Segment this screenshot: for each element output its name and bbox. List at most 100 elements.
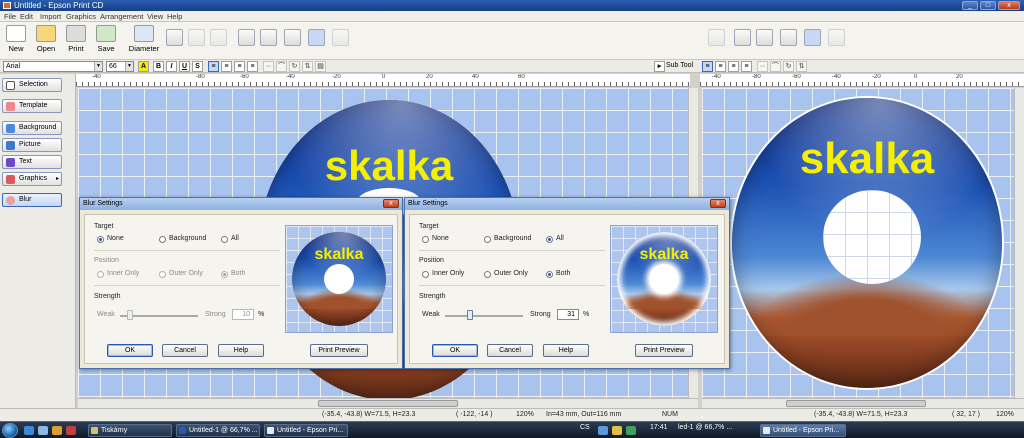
sidebar-item-selection[interactable]: Selection — [2, 78, 62, 92]
strength-slider-handle[interactable] — [467, 310, 474, 320]
task-epson-1[interactable]: Untitled - Epson Pri... — [264, 424, 348, 437]
target-background-radio[interactable] — [159, 236, 166, 243]
rotate-icon[interactable]: ↻ — [289, 61, 300, 72]
arc-text-icon[interactable]: ⌒ — [276, 61, 287, 72]
help-button[interactable]: Help — [218, 344, 264, 357]
horizontal-scrollbar-left[interactable] — [78, 398, 698, 408]
help-button[interactable]: Help — [543, 344, 589, 357]
cancel-button[interactable]: Cancel — [487, 344, 533, 357]
task-epson-2[interactable]: Untitled - Epson Pri... — [760, 424, 846, 437]
paste-icon-right[interactable] — [708, 29, 725, 46]
menu-arrangement[interactable]: Arrangement — [100, 12, 143, 21]
dialog-close-button[interactable]: x — [383, 199, 399, 208]
align-left-icon-right[interactable]: ≡ — [702, 61, 713, 72]
menu-graphics[interactable]: Graphics — [66, 12, 96, 21]
start-button[interactable] — [2, 423, 18, 438]
flip-icon[interactable]: ⇅ — [302, 61, 313, 72]
show-desktop-icon[interactable] — [38, 426, 48, 435]
italic-button[interactable]: I — [166, 61, 177, 72]
sidebar-item-template[interactable]: Template — [2, 99, 62, 113]
grid-icon-right[interactable] — [804, 29, 821, 46]
shadow-button[interactable]: S — [192, 61, 203, 72]
spacing-icon[interactable]: ⇔ — [263, 61, 274, 72]
text-color-icon[interactable]: A — [138, 61, 149, 72]
bold-button[interactable]: B — [153, 61, 164, 72]
ok-button[interactable]: OK — [107, 344, 153, 357]
media-icon[interactable] — [66, 426, 76, 435]
vertical-scrollbar-right[interactable] — [1014, 88, 1024, 398]
flip-icon-right[interactable]: ⇅ — [796, 61, 807, 72]
align-right-icon-right[interactable]: ≡ — [728, 61, 739, 72]
position-inner-radio[interactable] — [422, 271, 429, 278]
underline-button[interactable]: U — [179, 61, 190, 72]
diameter-button[interactable]: Diameter — [128, 25, 160, 57]
sidebar-item-background[interactable]: Background — [2, 121, 62, 135]
menu-edit[interactable]: Edit — [20, 12, 33, 21]
dialog-close-button[interactable]: x — [710, 199, 726, 208]
paste-icon[interactable] — [210, 29, 227, 46]
task-photoshop[interactable]: Untitled-1 @ 66,7% ... — [176, 424, 260, 437]
print-preview-button[interactable]: Print Preview — [635, 344, 693, 357]
tray-icon[interactable] — [598, 426, 608, 435]
minimize-button[interactable]: _ — [962, 1, 978, 10]
font-size-select[interactable]: 66 ▼ — [106, 61, 134, 72]
order-icon[interactable]: ▤ — [315, 61, 326, 72]
position-inner-radio[interactable] — [97, 271, 104, 278]
position-both-radio[interactable] — [221, 271, 228, 278]
menu-import[interactable]: Import — [40, 12, 61, 21]
justify-icon[interactable]: ≡ — [247, 61, 258, 72]
disc-title-text-right[interactable]: skalka — [732, 134, 1002, 184]
scroll-thumb-right[interactable] — [786, 400, 926, 407]
print-button[interactable]: Print — [62, 25, 90, 57]
strength-slider[interactable] — [445, 315, 523, 317]
sidebar-item-blur[interactable]: Blur — [2, 193, 62, 207]
menu-file[interactable]: File — [4, 12, 16, 21]
sidebar-item-text[interactable]: Text — [2, 155, 62, 169]
target-all-radio[interactable] — [546, 236, 553, 243]
disc-title-text[interactable]: skalka — [258, 142, 520, 190]
align-right-icon[interactable]: ≡ — [234, 61, 245, 72]
new-button[interactable]: New — [2, 25, 30, 57]
tray-icon[interactable] — [612, 426, 622, 435]
strength-slider-handle[interactable] — [127, 310, 134, 320]
font-select[interactable]: Arial ▼ — [3, 61, 103, 72]
target-none-radio[interactable] — [97, 236, 104, 243]
target-none-radio[interactable] — [422, 236, 429, 243]
cancel-button[interactable]: Cancel — [162, 344, 208, 357]
target-background-radio[interactable] — [484, 236, 491, 243]
language-indicator[interactable]: CS — [580, 424, 590, 431]
rotate-icon-right[interactable]: ↻ — [783, 61, 794, 72]
zoom-in-icon[interactable] — [260, 29, 277, 46]
save-button[interactable]: Save — [92, 25, 120, 57]
ok-button[interactable]: OK — [432, 344, 478, 357]
align-center-icon-right[interactable]: ≡ — [715, 61, 726, 72]
position-outer-radio[interactable] — [159, 271, 166, 278]
explorer-icon[interactable] — [52, 426, 62, 435]
tray-task-label[interactable]: led-1 @ 66,7% ... — [678, 424, 732, 431]
target-all-radio[interactable] — [221, 236, 228, 243]
zoom-out-icon-right[interactable] — [780, 29, 797, 46]
justify-icon-right[interactable]: ≡ — [741, 61, 752, 72]
layer-icon-right[interactable] — [828, 29, 845, 46]
horizontal-scrollbar-right[interactable] — [702, 398, 1024, 408]
canvas-right[interactable]: skalka — [702, 88, 1014, 398]
menu-view[interactable]: View — [147, 12, 163, 21]
grid-icon[interactable] — [308, 29, 325, 46]
redo-icon[interactable] — [188, 29, 205, 46]
print-preview-button[interactable]: Print Preview — [310, 344, 368, 357]
open-button[interactable]: Open — [32, 25, 60, 57]
fit-page-icon[interactable] — [238, 29, 255, 46]
menu-help[interactable]: Help — [167, 12, 182, 21]
ie-icon[interactable] — [24, 426, 34, 435]
zoom-out-icon[interactable] — [284, 29, 301, 46]
spacing-icon-right[interactable]: ⇔ — [757, 61, 768, 72]
strength-value-input[interactable]: 31 — [557, 309, 579, 320]
tray-icon[interactable] — [626, 426, 636, 435]
maximize-button[interactable]: □ — [980, 1, 996, 10]
align-left-icon[interactable]: ≡ — [208, 61, 219, 72]
close-button[interactable]: x — [998, 1, 1020, 10]
sidebar-item-picture[interactable]: Picture — [2, 138, 62, 152]
strength-value-input[interactable]: 10 — [232, 309, 254, 320]
align-center-icon[interactable]: ≡ — [221, 61, 232, 72]
position-both-radio[interactable] — [546, 271, 553, 278]
